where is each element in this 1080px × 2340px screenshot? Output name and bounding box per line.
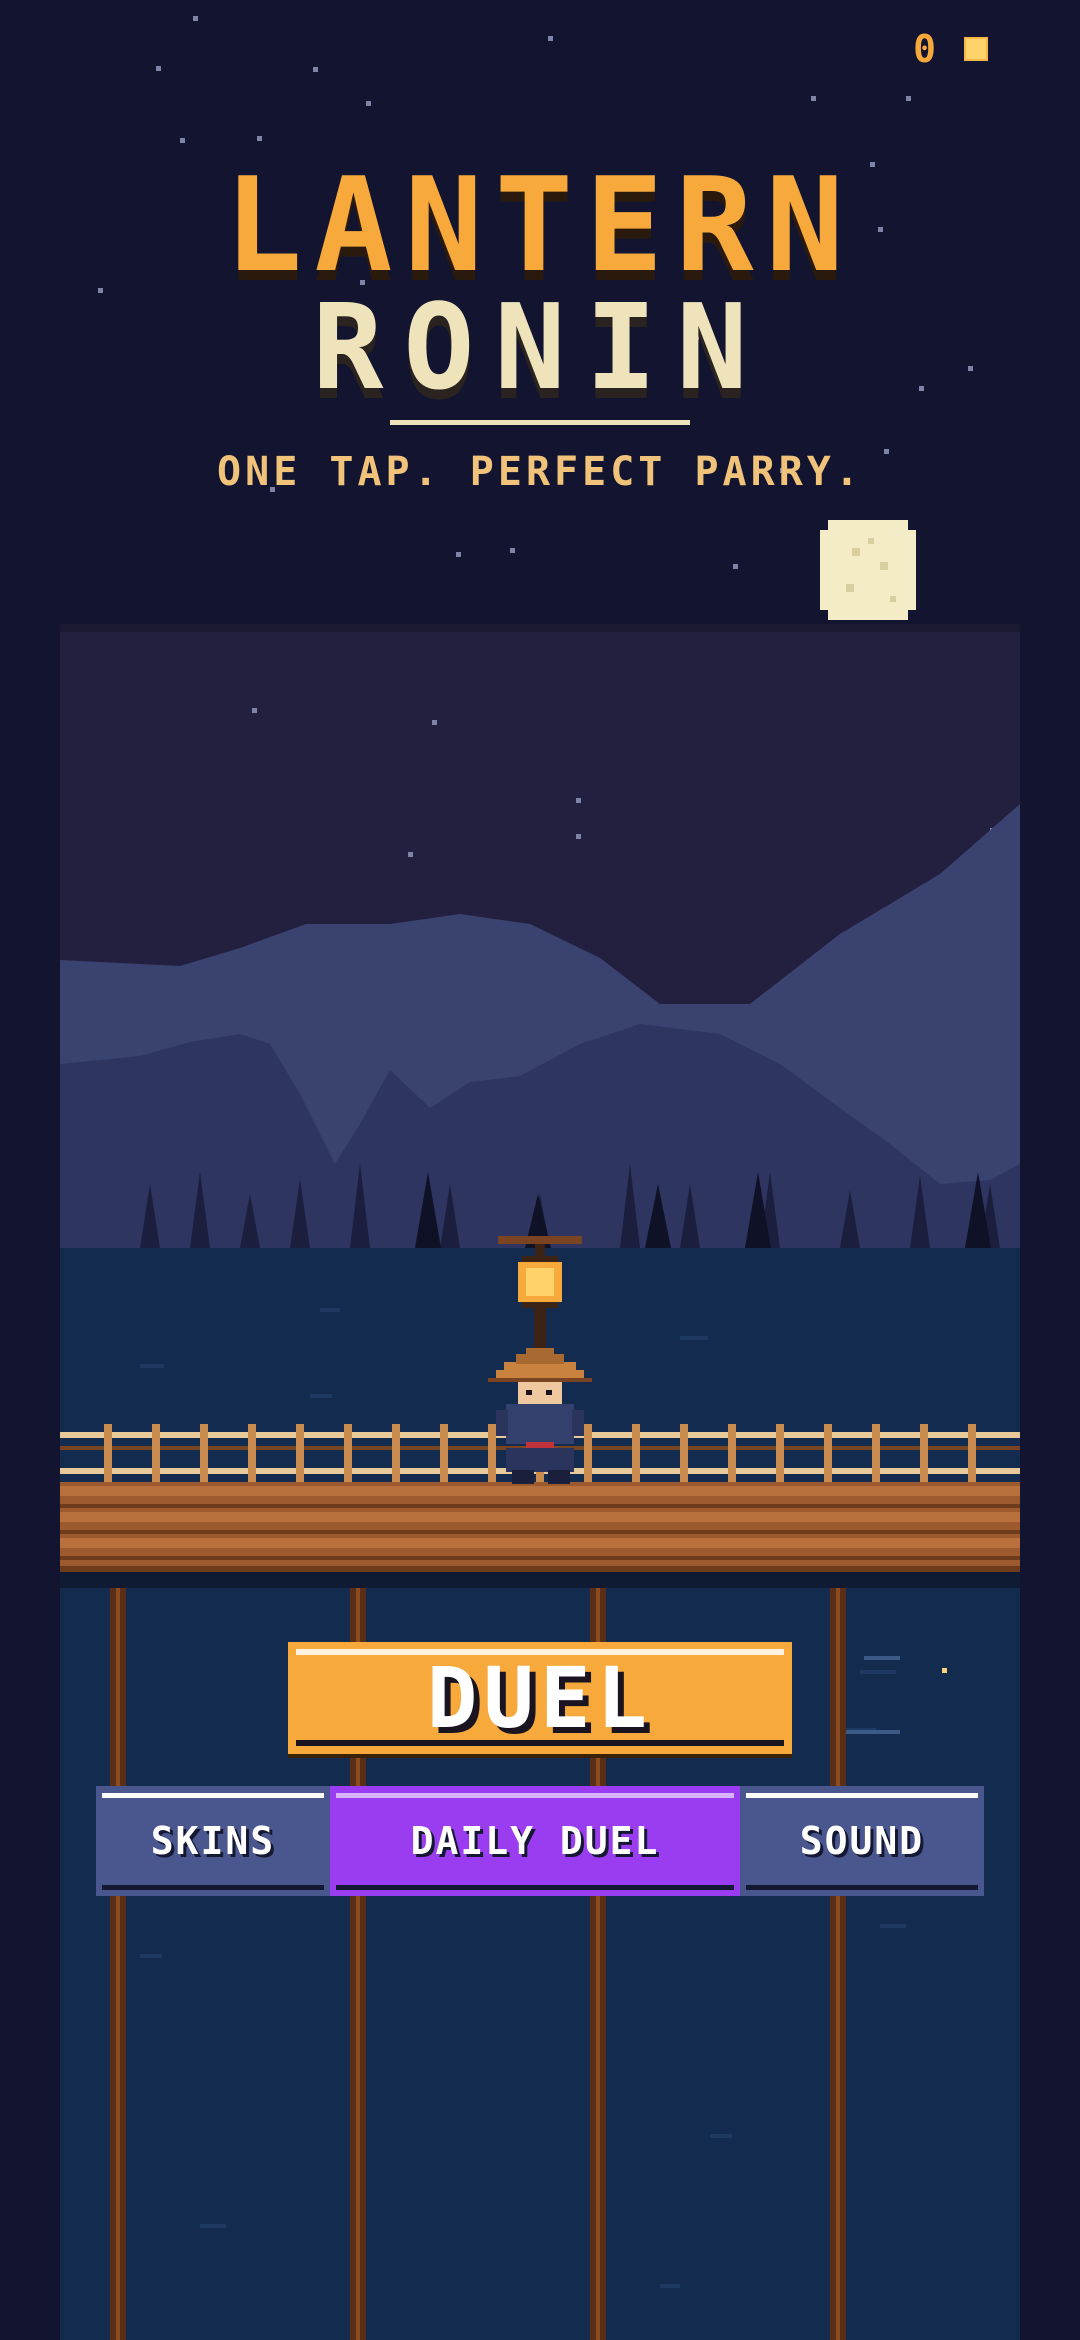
coin-icon (964, 37, 988, 61)
tagline: ONE TAP. PERFECT PARRY. (217, 449, 863, 495)
game-title: LANTERN RONIN ONE TAP. PERFECT PARRY. (0, 160, 1080, 495)
title-lantern: LANTERN (224, 149, 856, 301)
menu-button-shadow (102, 1885, 324, 1890)
menu-row: SKINS DAILY DUEL SOUND (96, 1786, 984, 1896)
sound-button[interactable]: SOUND (740, 1786, 984, 1896)
menu-button-highlight (336, 1793, 734, 1798)
daily-duel-button[interactable]: DAILY DUEL (330, 1786, 740, 1896)
title-ronin: RONIN (312, 278, 768, 416)
duel-button-label: DUEL (426, 1649, 654, 1747)
bridge-shadow (60, 1572, 1020, 1588)
moon-icon (820, 520, 916, 620)
duel-button[interactable]: DUEL (288, 1642, 792, 1754)
coin-count: 0 (913, 27, 936, 71)
skins-button[interactable]: SKINS (96, 1786, 330, 1896)
coin-counter: 0 (913, 30, 988, 68)
menu-button-highlight (102, 1793, 324, 1798)
menu-button-shadow (746, 1885, 978, 1890)
menu-button-highlight (746, 1793, 978, 1798)
menu-button-shadow (336, 1885, 734, 1890)
title-underline (390, 420, 690, 425)
bridge-scene (60, 624, 1020, 2340)
